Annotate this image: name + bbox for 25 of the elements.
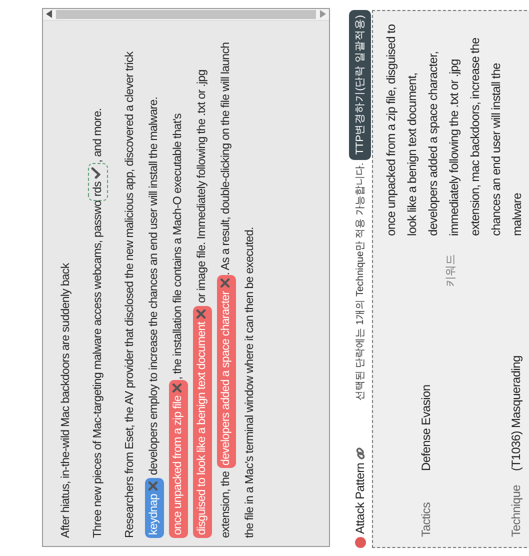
section-title: Attack Pattern bbox=[353, 462, 367, 534]
close-icon[interactable] bbox=[220, 278, 230, 288]
change-ttp-button[interactable]: TTP변경하기(단락 일괄적용) bbox=[349, 10, 371, 160]
field-value: Defense Evasion bbox=[419, 384, 433, 471]
status-dot bbox=[354, 537, 366, 548]
article-paragraph: Researchers from Eset, the AV provider that disclosed the new malicious app, discovered a clever trick keydnap developers employ to increase the chances an end user will install the malware. once unpacked from a zip file , the installation file contains a Mach-O executable that's disguised to look like a benign text document or image file. Immediately following the .txt or .jpg extension, the developers added a space character . As a result, double-clicking on the file will launch the file in a Mac's terminal window where it can then be executed. bbox=[123, 41, 257, 538]
field-label: 키워드 bbox=[444, 254, 458, 287]
article-paragraph: Three new pieces of Mac-targeting malware access webcams, passwo rds , and more. bbox=[86, 25, 110, 538]
keyword-tag[interactable]: developers added a space character bbox=[217, 275, 236, 468]
close-icon[interactable] bbox=[196, 308, 206, 319]
suggested-keyword[interactable]: rds bbox=[88, 162, 108, 201]
scrollbar[interactable] bbox=[43, 9, 329, 21]
link-icon[interactable] bbox=[354, 446, 366, 460]
keyword-tag[interactable]: once unpacked from a zip file bbox=[169, 380, 188, 538]
keyword-tag[interactable]: disguised to look like a benign text document bbox=[193, 306, 212, 538]
field-value: (T1036) Masquerading bbox=[509, 356, 523, 471]
close-icon[interactable] bbox=[172, 382, 182, 393]
keyword-text: once unpacked from a zip file, disguised to look like a benign text document, developers added a space character, immediately following the .txt or .jpg extension, mac backdoors, increase the chances an end user will install the malware bbox=[383, 23, 525, 236]
article-title: After hiatus, in-the-wild Mac backdoors are suddenly back bbox=[59, 262, 73, 538]
field-label: Tactics bbox=[419, 501, 433, 537]
scrollbar-thumb[interactable] bbox=[56, 10, 316, 19]
keyword-tag[interactable]: keydnap bbox=[145, 478, 164, 538]
field-label: Technique bbox=[509, 484, 523, 537]
note-text: 선택된 단락에는 1개의 Technique만 적용 가능합니다. bbox=[354, 162, 367, 401]
close-icon[interactable] bbox=[148, 480, 158, 491]
